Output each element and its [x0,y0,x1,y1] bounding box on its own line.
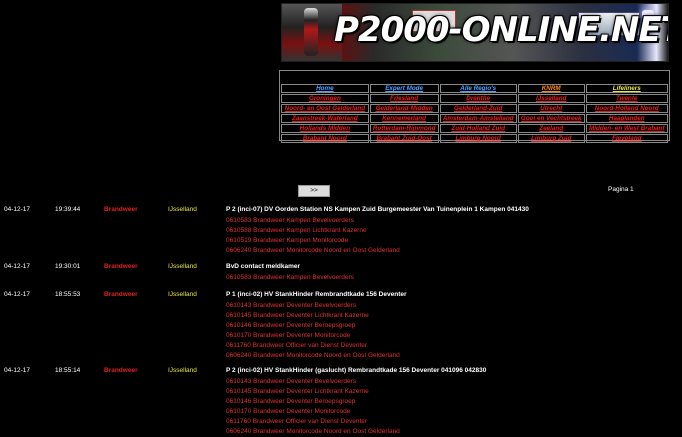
nav-row: Zaanstreek-Waterland Kennemerland Amsterda… [281,114,668,123]
nav-link[interactable]: Limburg Zuid [517,134,585,143]
capcode-item: 0610588 Brandweer Kampen Lichtkrant Kaze… [226,227,367,234]
nav-link[interactable]: Utrecht [517,104,585,113]
nav-row: Brabant Noord Brabant Zuid-Oost Limburg No… [281,134,668,143]
nav-link[interactable]: Zeeland [517,124,585,133]
message-time: 18:55:14 [55,367,81,374]
nav-link[interactable]: Flevoland [585,134,668,143]
site-logo: P2000-ONLINE.NET [334,10,669,50]
region-nav-table: Home Expert Mode Alle Regio's KNRM Lifeliner… [280,83,669,144]
message-text: P 1 (inci-02) HV StankHinder Rembrandtka… [226,291,407,298]
nav-link[interactable]: Brabant Noord [281,134,369,143]
capcode-item: 0610519 Brandweer Kampen Monitorcode [226,237,349,244]
capcode-item: 0611760 Brandweer Officier van Dienst De… [226,342,368,349]
nav-link[interactable]: Haaglanden [585,114,668,123]
capcode-item: 0606240 Brandweer Monitorcode Noord en O… [226,247,400,254]
capcode-item: 0610146 Brandweer Deventer Beroepsgroep [226,398,356,405]
nav-link[interactable]: Gelderland-Zuid [439,104,517,113]
capcode-item: 0606240 Brandweer Monitorcode Noord en O… [226,352,400,359]
nav-link[interactable]: Noord- en Oost Gelderland [281,104,369,113]
nav-link[interactable]: Drenthe [439,94,517,103]
capcode-item: 0610583 Brandweer Kampen Bevelvoerders [226,274,354,281]
nav-row: Groningen Friesland Drenthe IJsselland Twent… [281,94,668,103]
capcode-item: 0610145 Brandweer Deventer Lichtkrant Ka… [226,388,369,395]
nav-link[interactable]: Noord-Holland Noord [585,104,668,113]
nav-link[interactable]: Friesland [369,94,439,103]
capcode-item: 0610170 Brandweer Deventer Monitorcode [226,408,351,415]
capcode-list: 0610583 Brandweer Kampen Bevelvoerders [226,273,354,283]
nav-link[interactable]: Expert Mode [369,84,439,93]
message-date: 04-12-17 [4,263,31,270]
capcode-item: 0610145 Brandweer Deventer Lichtkrant Ka… [226,312,369,319]
message-time: 19:30:01 [55,263,81,270]
message-service[interactable]: Brandweer [104,263,138,270]
message-text: BvD contact meldkamer [226,263,301,270]
message-service[interactable]: Brandweer [104,291,138,298]
message-region[interactable]: IJsselland [168,367,197,374]
region-navigation: Home Expert Mode Alle Regio's KNRM Lifeliner… [279,70,670,144]
message-region[interactable]: IJsselland [168,291,197,298]
nav-link[interactable]: Gelderland-Midden [369,104,439,113]
capcode-item: 0610143 Brandweer Deventer Bevelvoerders [226,378,357,385]
capcode-list: 0610143 Brandweer Deventer Bevelvoerders… [226,301,400,361]
nav-row: Home Expert Mode Alle Regio's KNRM Lifeliner… [281,84,668,93]
capcode-list: 0610583 Brandweer Kampen Bevelvoerders 06… [226,216,400,256]
firefighter-image [304,8,318,56]
nav-link[interactable]: Zuid-Holland Zuid [439,124,517,133]
message-time: 19:39:44 [55,206,81,213]
message-service[interactable]: Brandweer [104,206,138,213]
site-banner[interactable]: P2000-ONLINE.NET [281,3,669,62]
nav-link[interactable]: Alle Regio's [439,84,517,93]
message-text: P 2 (inci-02) HV StankHinder (gaslucht) … [226,367,487,374]
nav-link[interactable]: Lifeliners [585,84,668,93]
nav-link[interactable]: Limburg Noord [439,134,517,143]
message-date: 04-12-17 [4,206,31,213]
nav-link[interactable]: Hollands Midden [281,124,369,133]
nav-link[interactable]: Kennemerland [369,114,439,123]
nav-link[interactable]: Zaanstreek-Waterland [281,114,369,123]
nav-link[interactable]: Amsterdam-Amstelland [439,114,517,123]
message-date: 04-12-17 [4,291,31,298]
message-service[interactable]: Brandweer [104,367,138,374]
message-region[interactable]: IJsselland [168,206,197,213]
message-region[interactable]: IJsselland [168,263,197,270]
nav-link[interactable]: IJsselland [517,94,585,103]
nav-row: Noord- en Oost Gelderland Gelderland-Midd… [281,104,668,113]
capcode-item: 0610170 Brandweer Deventer Monitorcode [226,332,351,339]
nav-link[interactable]: Midden- en West Brabant [585,124,668,133]
nav-link[interactable]: Rotterdam-Rijnmond [369,124,439,133]
capcode-list: 0610143 Brandweer Deventer Bevelvoerders… [226,377,400,437]
message-date: 04-12-17 [4,367,31,374]
next-page-button[interactable]: >> [298,185,330,197]
message-time: 18:55:53 [55,291,81,298]
page-indicator: Pagina 1 [608,186,634,193]
capcode-item: 0610583 Brandweer Kampen Bevelvoerders [226,217,354,224]
nav-row: Hollands Midden Rotterdam-Rijnmond Zuid-Ho… [281,124,668,133]
nav-link[interactable]: Home [281,84,369,93]
capcode-item: 0610143 Brandweer Deventer Bevelvoerders [226,302,357,309]
nav-link[interactable]: Gooi en Vechtstreek [517,114,585,123]
capcode-item: 0610146 Brandweer Deventer Beroepsgroep [226,322,356,329]
message-text: P 2 (inci-07) DV Oorden Station NS Kampe… [226,206,529,213]
nav-link[interactable]: KNRM [517,84,585,93]
nav-link[interactable]: Brabant Zuid-Oost [369,134,439,143]
nav-link[interactable]: Twente [585,94,668,103]
nav-link[interactable]: Groningen [281,94,369,103]
capcode-item: 0611760 Brandweer Officier van Dienst De… [226,418,368,425]
